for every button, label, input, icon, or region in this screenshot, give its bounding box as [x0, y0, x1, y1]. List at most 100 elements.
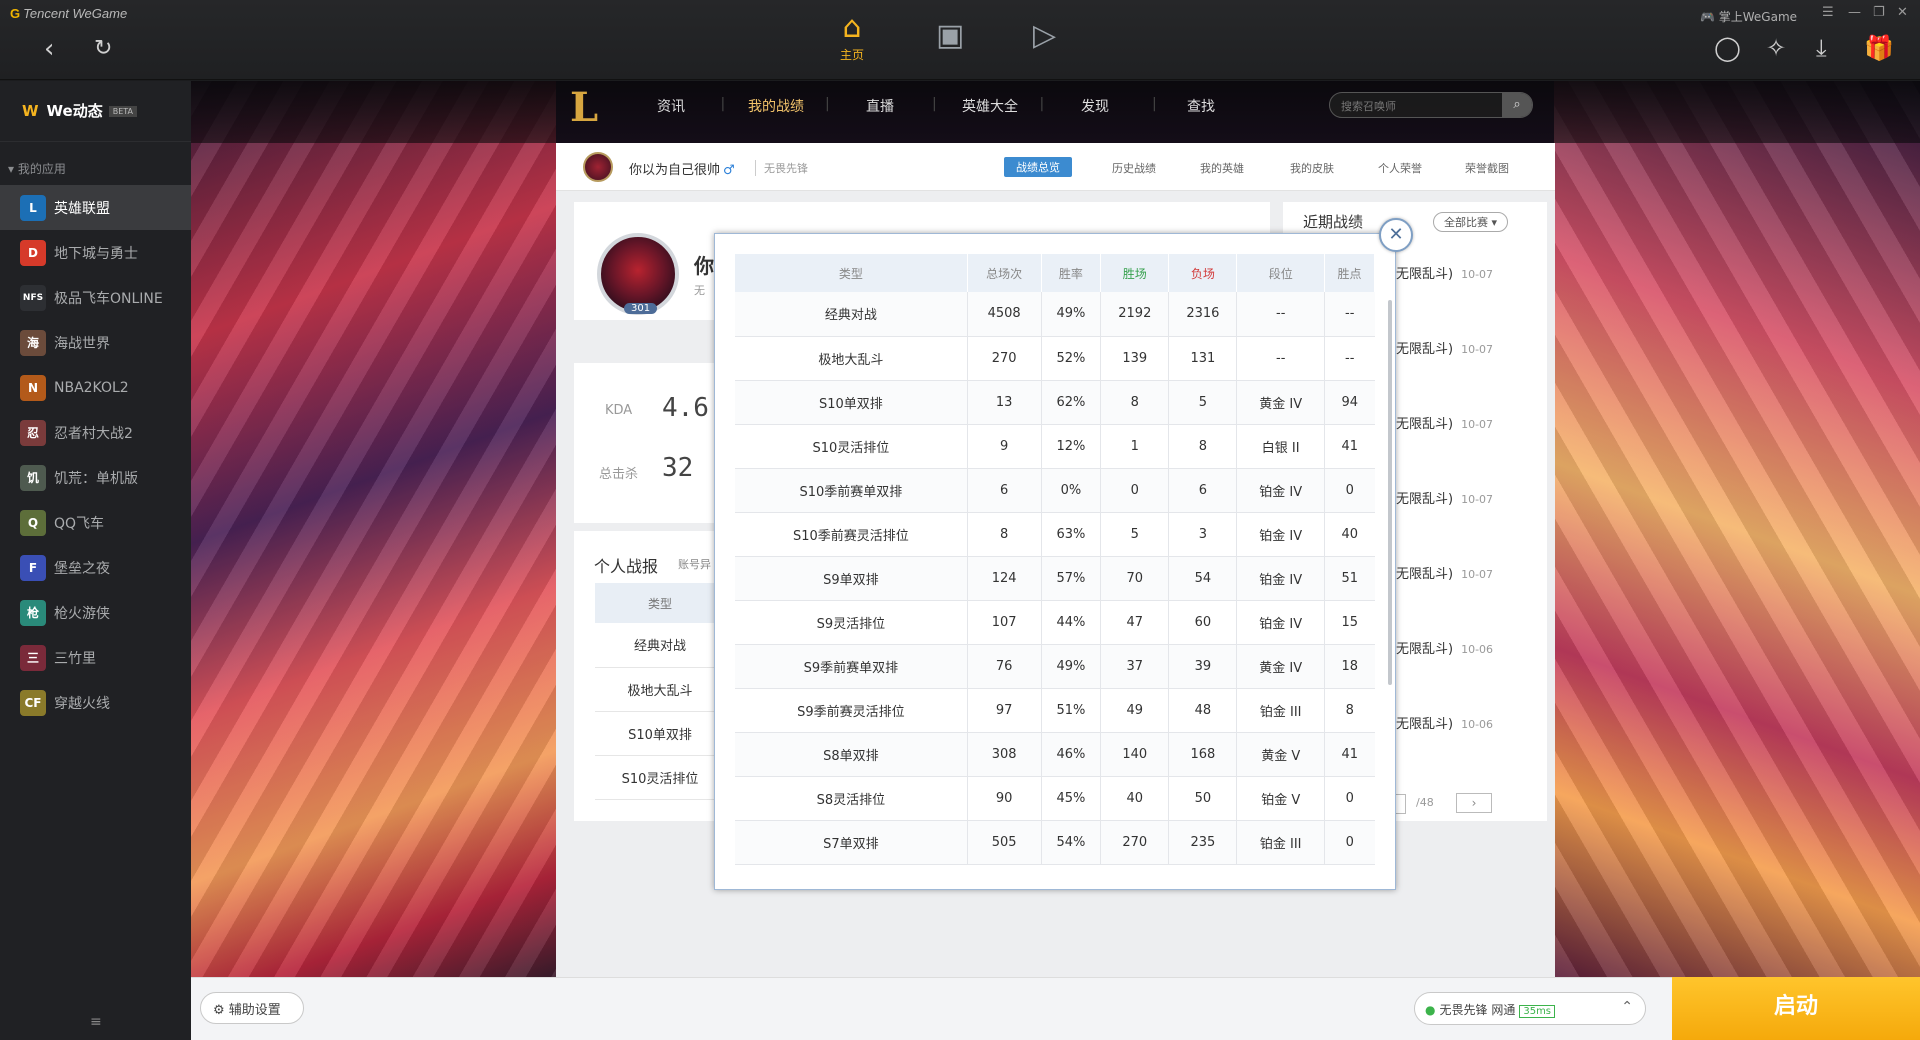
- next-page-button[interactable]: ›: [1456, 793, 1492, 813]
- table-cell: 0%: [1041, 468, 1102, 513]
- table-cell: 140: [1100, 732, 1170, 777]
- list-item[interactable]: 无限乱斗) 10-07: [1396, 563, 1493, 582]
- table-cell: 黄金 IV: [1236, 380, 1325, 425]
- sidebar-item-app[interactable]: D 地下城与勇士: [0, 230, 191, 275]
- table-cell: 6: [967, 468, 1042, 513]
- gift-icon[interactable]: 🎁: [1864, 34, 1894, 62]
- my-apps-section[interactable]: ▾ 我的应用: [0, 141, 191, 185]
- sub-tab[interactable]: 我的英雄: [1200, 160, 1244, 176]
- sidebar-item-app[interactable]: 枪枪火游侠: [0, 590, 191, 635]
- table-cell: 8: [1324, 688, 1375, 733]
- nav-video[interactable]: ▷: [1033, 18, 1056, 54]
- server-select[interactable]: ● 无畏先锋 网通 35ms ⌃: [1414, 992, 1646, 1025]
- sidebar-item-app[interactable]: L 英雄联盟: [0, 185, 191, 230]
- chat-icon[interactable]: ✧: [1766, 34, 1786, 62]
- dialog-scrollbar[interactable]: [1388, 300, 1392, 685]
- match-filter-select[interactable]: 全部比赛 ▾: [1433, 212, 1509, 232]
- back-icon[interactable]: ‹: [44, 36, 54, 62]
- assist-settings-button[interactable]: ⚙ 辅助设置: [200, 992, 304, 1024]
- table-cell: 15: [1324, 600, 1375, 645]
- download-icon[interactable]: ⤓: [1816, 34, 1827, 62]
- list-item[interactable]: 无限乱斗) 10-07: [1396, 488, 1493, 507]
- sidebar-item-app[interactable]: N NBA2KOL2: [0, 365, 191, 410]
- table-row: S8灵活排位 90 45% 40 50 铂金 V0: [735, 776, 1375, 821]
- sidebar-item-app[interactable]: NFS 极品飞车ONLINE: [0, 275, 191, 320]
- sub-tab[interactable]: 荣誉截图: [1465, 160, 1509, 176]
- table-cell: S7单双排: [735, 820, 968, 865]
- table-row: 经典对战: [595, 623, 725, 668]
- status-dot-icon: ●: [1425, 1003, 1436, 1017]
- lol-nav-bar: [191, 81, 1920, 143]
- lol-logo-icon: L: [570, 84, 599, 131]
- personal-report-table: 类型 经典对战 极地大乱斗 S10单双排 S10灵活排位: [595, 583, 725, 800]
- table-cell: 131: [1168, 336, 1238, 381]
- table-cell: 235: [1168, 820, 1238, 865]
- sidebar-item-label: 枪火游侠: [54, 605, 110, 622]
- table-cell: S10灵活排位: [735, 424, 968, 469]
- sidebar-item-app[interactable]: 三三竹里: [0, 635, 191, 680]
- sidebar-item-app[interactable]: 忍忍者村大战2: [0, 410, 191, 455]
- close-dialog-button[interactable]: ✕: [1379, 218, 1413, 252]
- search-icon[interactable]: ⌕: [1502, 93, 1532, 117]
- account[interactable]: 🎮 掌上WeGame: [1700, 8, 1797, 25]
- lol-tab[interactable]: 查找: [1187, 96, 1215, 116]
- tab-divider: |: [1152, 96, 1157, 112]
- table-cell: 黄金 IV: [1236, 644, 1325, 689]
- minimize-icon[interactable]: —: [1848, 5, 1861, 20]
- table-cell: 极地大乱斗: [735, 336, 968, 381]
- restore-icon[interactable]: ❐: [1873, 5, 1885, 20]
- table-cell: 308: [967, 732, 1042, 777]
- summoner-search-input[interactable]: 搜索召唤师 ⌕: [1329, 92, 1533, 118]
- tab-divider: |: [932, 96, 937, 112]
- table-cell: 57%: [1041, 556, 1102, 601]
- table-cell: 62%: [1041, 380, 1102, 425]
- sidebar-item-app[interactable]: 海海战世界: [0, 320, 191, 365]
- table-cell: 76: [967, 644, 1042, 689]
- sidebar-item-app[interactable]: CF 穿越火线: [0, 680, 191, 725]
- wedt-header[interactable]: W We动态 BETA: [0, 81, 191, 141]
- close-window-icon[interactable]: ✕: [1897, 5, 1908, 20]
- table-cell: 52%: [1041, 336, 1102, 381]
- launch-button[interactable]: 启动: [1672, 977, 1920, 1040]
- list-item[interactable]: 无限乱斗) 10-07: [1396, 263, 1493, 282]
- table-cell: 49: [1100, 688, 1170, 733]
- circle-icon[interactable]: ◯: [1714, 34, 1741, 62]
- game-icon: F: [20, 554, 46, 581]
- gear-icon: ⚙: [213, 1003, 229, 1018]
- chevron-up-icon: ⌃: [1621, 999, 1633, 1015]
- lol-tab[interactable]: 我的战绩: [748, 96, 804, 116]
- list-item[interactable]: 无限乱斗) 10-06: [1396, 638, 1493, 657]
- table-cell: S8灵活排位: [735, 776, 968, 821]
- sub-tab[interactable]: 我的皮肤: [1290, 160, 1334, 176]
- sub-tab[interactable]: 战绩总览: [1004, 157, 1072, 177]
- game-icon: 海: [20, 329, 46, 356]
- refresh-icon[interactable]: ↻: [94, 36, 112, 62]
- collapse-icon[interactable]: ≡: [90, 1014, 102, 1030]
- list-item[interactable]: 无限乱斗) 10-07: [1396, 413, 1493, 432]
- sub-tab[interactable]: 个人荣誉: [1378, 160, 1422, 176]
- table-cell: --: [1324, 292, 1375, 337]
- recent-title: 近期战绩: [1303, 213, 1364, 231]
- list-item[interactable]: 无限乱斗) 10-06: [1396, 713, 1493, 732]
- lol-tab[interactable]: 英雄大全: [962, 96, 1018, 116]
- menu-icon[interactable]: ☰: [1822, 5, 1834, 20]
- lol-tab[interactable]: 发现: [1081, 96, 1109, 116]
- list-item[interactable]: 无限乱斗) 10-07: [1396, 338, 1493, 357]
- tab-divider: |: [825, 96, 830, 112]
- sidebar-item-app[interactable]: F 堡垒之夜: [0, 545, 191, 590]
- table-cell: 12%: [1041, 424, 1102, 469]
- profile-header: 你以为自己很帅 ♂ 无畏先锋 战绩总览 历史战绩 我的英雄 我的皮肤 个人荣誉 荣誉截图: [556, 143, 1555, 191]
- nav-store[interactable]: ▣: [936, 18, 964, 54]
- sub-tab[interactable]: 历史战绩: [1112, 160, 1156, 176]
- match-mode: 无限乱斗): [1396, 492, 1454, 507]
- table-row: S10单双排 13 62% 8 5 黄金 IV 94: [735, 380, 1375, 425]
- nav-home[interactable]: ⌂ 主页: [840, 10, 864, 63]
- table-cell: 2192: [1100, 292, 1170, 337]
- column-header: 总场次: [967, 254, 1042, 292]
- table-cell: S9灵活排位: [735, 600, 968, 645]
- sidebar-item-app[interactable]: Q QQ飞车: [0, 500, 191, 545]
- sidebar-item-app[interactable]: 饥饥荒：单机版: [0, 455, 191, 500]
- lol-tab[interactable]: 资讯: [657, 96, 685, 116]
- table-cell: 6: [1168, 468, 1238, 513]
- lol-tab[interactable]: 直播: [866, 96, 894, 116]
